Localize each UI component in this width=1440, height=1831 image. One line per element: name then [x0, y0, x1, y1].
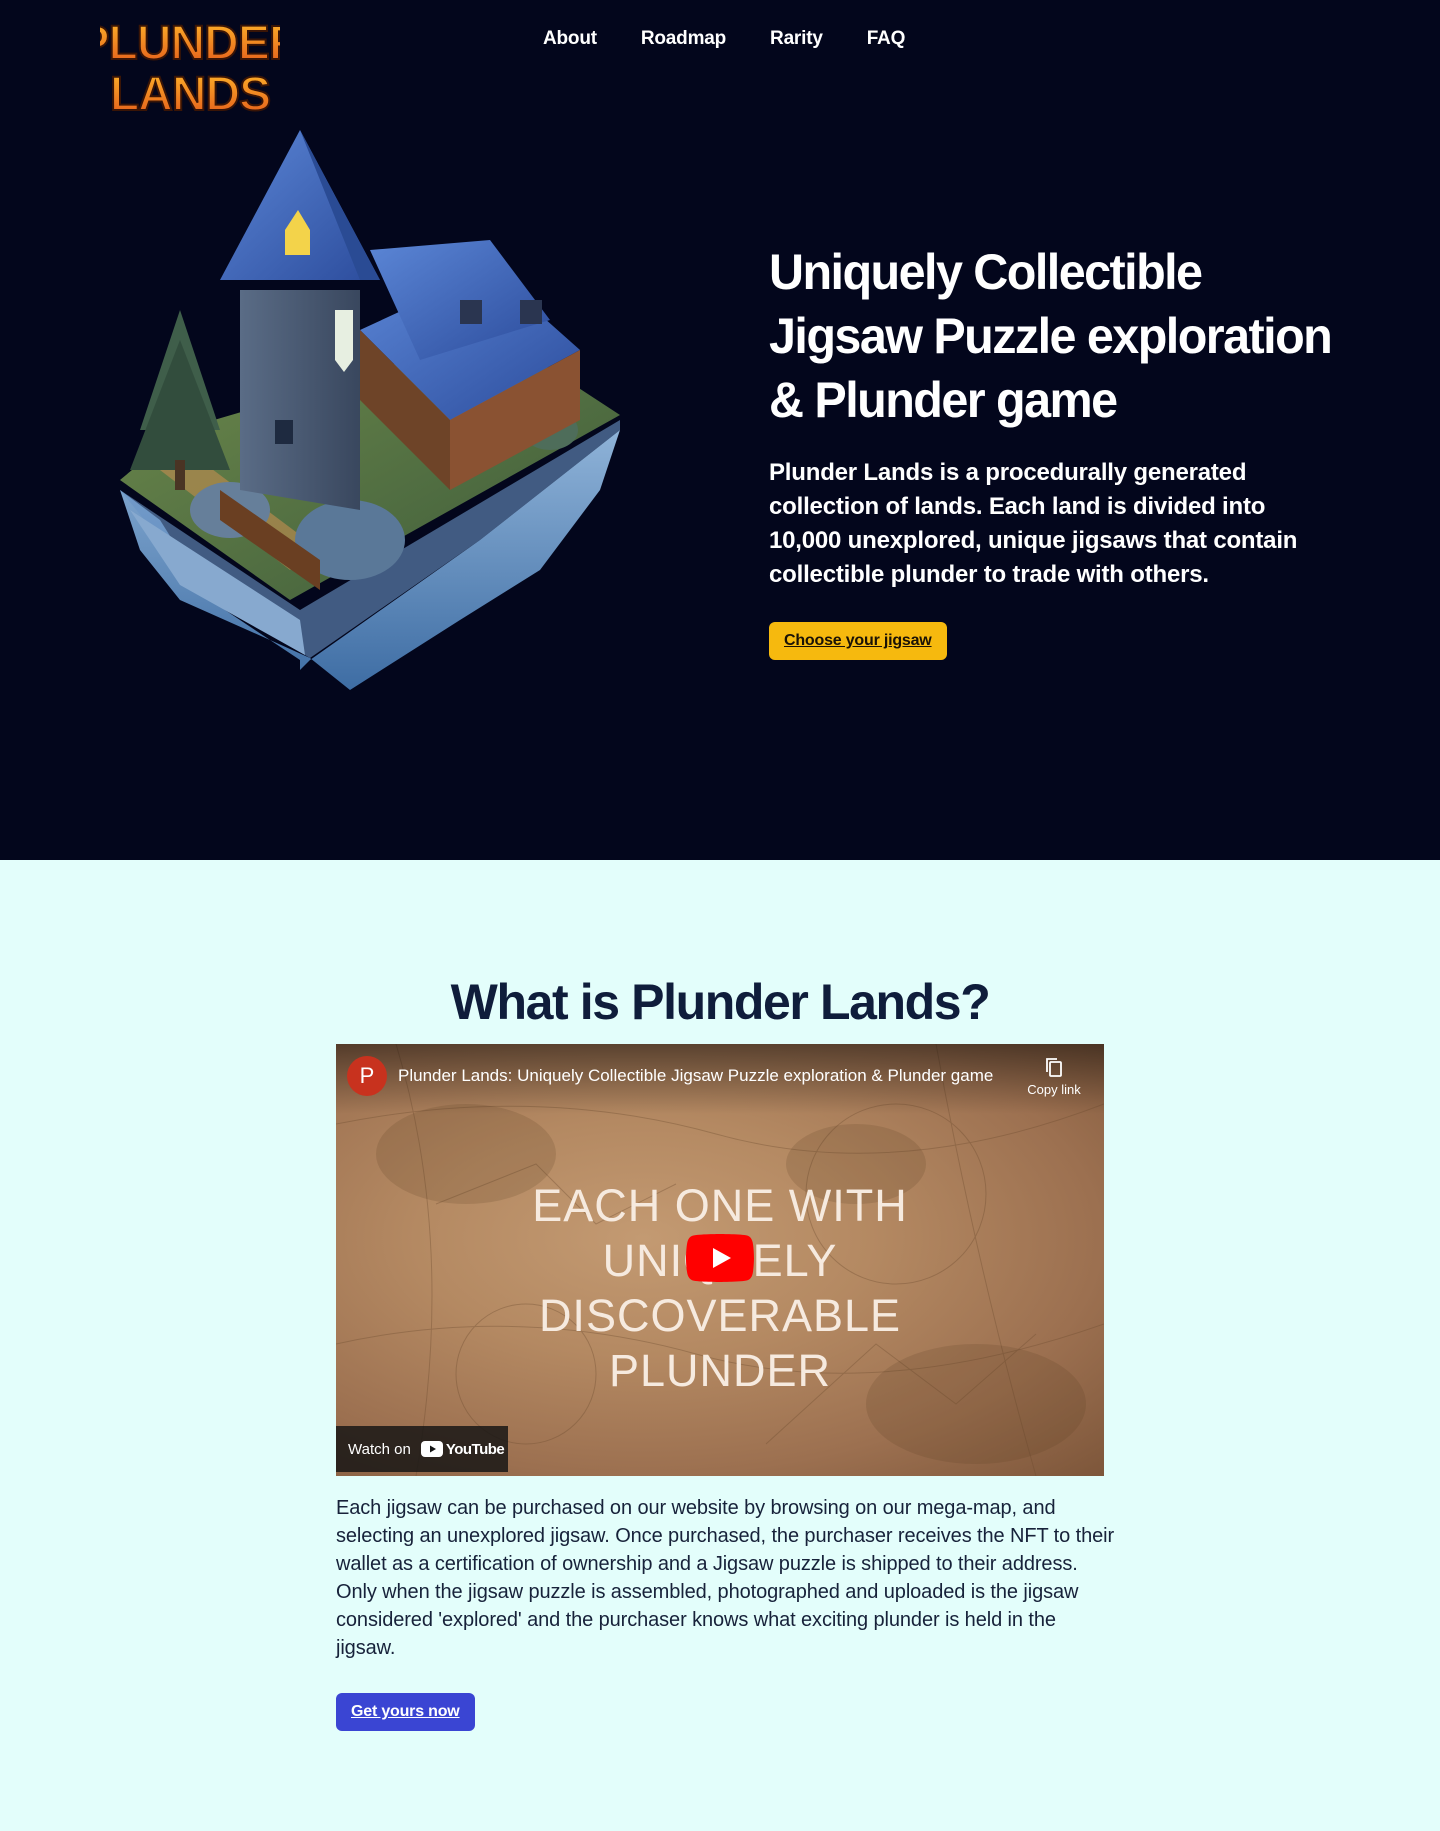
youtube-icon — [420, 1441, 443, 1457]
plunder-lands-logo[interactable]: PLUNDER LANDS — [100, 14, 280, 118]
copy-icon — [1046, 1058, 1062, 1077]
hero-copy: Uniquely Collectible Jigsaw Puzzle explo… — [769, 240, 1369, 660]
nav-roadmap[interactable]: Roadmap — [641, 28, 726, 50]
about-title: What is Plunder Lands? — [450, 974, 991, 1030]
watch-on-label: Watch on — [348, 1440, 411, 1458]
youtube-logo: YouTube — [420, 1440, 505, 1458]
choose-jigsaw-button[interactable]: Choose your jigsaw — [769, 622, 947, 660]
hero-description: Plunder Lands is a procedurally generate… — [769, 459, 1298, 588]
nav-faq[interactable]: FAQ — [867, 28, 906, 50]
video-overlay-text: EACH ONE WITH UNIQUELY DISCOVERABLE PLUN… — [532, 1180, 908, 1396]
copy-link-button[interactable]: Copy link — [1024, 1056, 1084, 1097]
nav-rarity[interactable]: Rarity — [770, 28, 823, 50]
floating-island-illustration — [120, 130, 620, 690]
logo-line-2: LANDS — [110, 68, 270, 118]
about-section: What is Plunder Lands? P Plunder Lands: … — [0, 860, 1440, 1831]
hero-section: PLUNDER LANDS About Roadmap Rarity FAQ — [0, 0, 1440, 860]
youtube-label: YouTube — [445, 1440, 505, 1458]
watch-on-youtube-button[interactable]: Watch on YouTube — [336, 1426, 508, 1472]
play-button-icon[interactable] — [686, 1234, 754, 1282]
about-body-text: Each jigsaw can be purchased on our webs… — [336, 1497, 1115, 1659]
nav-about[interactable]: About — [543, 28, 597, 50]
main-nav: About Roadmap Rarity FAQ — [543, 28, 905, 50]
get-yours-now-button[interactable]: Get yours now — [336, 1693, 475, 1731]
logo-line-1: PLUNDER — [100, 17, 280, 70]
hero-title: Uniquely Collectible Jigsaw Puzzle explo… — [769, 244, 1333, 428]
channel-avatar[interactable]: P — [347, 1056, 387, 1096]
youtube-video-embed[interactable]: P Plunder Lands: Uniquely Collectible Ji… — [336, 1044, 1104, 1476]
video-title[interactable]: Plunder Lands: Uniquely Collectible Jigs… — [398, 1066, 1018, 1086]
copy-link-label: Copy link — [1027, 1082, 1081, 1097]
